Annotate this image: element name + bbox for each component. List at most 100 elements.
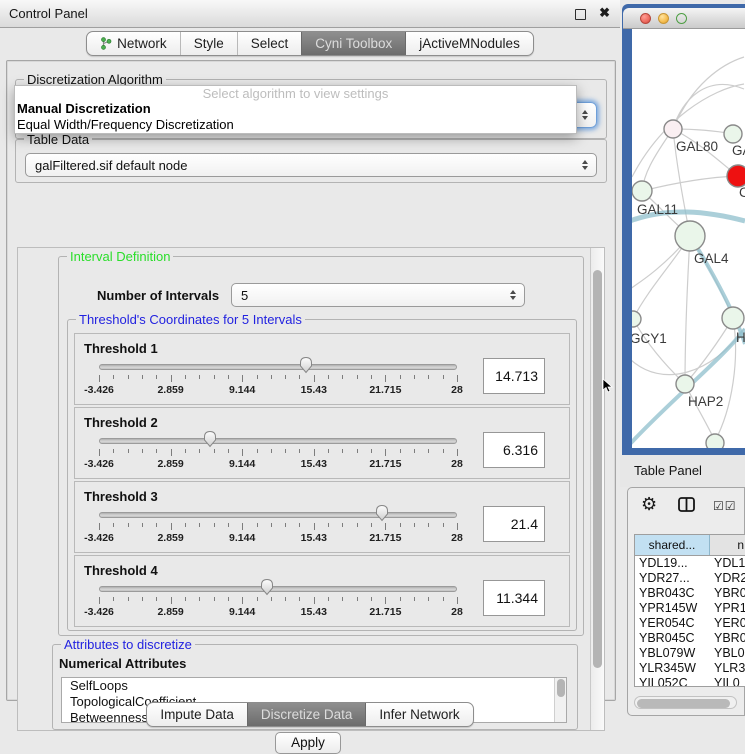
tab-cyni-toolbox[interactable]: Cyni Toolbox (301, 32, 405, 55)
tab-impute-data[interactable]: Impute Data (147, 703, 247, 726)
table-cell[interactable]: YER054C (635, 616, 710, 631)
slider-tick (328, 597, 329, 601)
slider-tick (214, 449, 215, 453)
network-node[interactable] (727, 165, 745, 187)
tab-select[interactable]: Select (237, 32, 302, 55)
table-row[interactable]: YPR145WYPR1 (635, 601, 745, 616)
column-header-shared-name[interactable]: shared... (635, 535, 710, 555)
slider-tick (342, 523, 343, 527)
table-row[interactable]: YIL052CYIL0 (635, 676, 745, 687)
table-cell[interactable]: YLR3 (710, 661, 745, 676)
tab-jactivemnodules[interactable]: jActiveMNodules (405, 32, 533, 55)
threshold-2-slider-thumb[interactable] (202, 430, 218, 448)
threshold-3-slider-track[interactable] (99, 512, 457, 518)
list-item[interactable]: SelfLoops (62, 678, 566, 694)
popup-item-equal-width-frequency[interactable]: Equal Width/Frequency Discretization (15, 117, 576, 133)
tab-infer-network[interactable]: Infer Network (365, 703, 472, 726)
network-canvas[interactable]: GAL80GACGAL11GAL4GCY1HHAP2 (632, 29, 745, 448)
tab-style[interactable]: Style (180, 32, 237, 55)
combo-arrows-icon (582, 110, 588, 120)
table-cell[interactable]: YIL0 (710, 676, 745, 687)
table-row[interactable]: YBL079WYBL0 (635, 646, 745, 661)
table-cell[interactable]: YBR0 (710, 586, 745, 601)
network-node[interactable] (632, 181, 652, 201)
minimize-traffic-light[interactable] (658, 13, 669, 24)
network-node[interactable] (724, 125, 742, 143)
table-row[interactable]: YLR345WYLR3 (635, 661, 745, 676)
slider-tick (357, 523, 358, 527)
slider-tick (400, 375, 401, 379)
table-cell[interactable]: YPR145W (635, 601, 710, 616)
apply-button[interactable]: Apply (275, 732, 341, 754)
network-node-label: GAL80 (676, 139, 718, 154)
threshold-4-slider-thumb[interactable] (259, 578, 275, 596)
network-node[interactable] (706, 434, 724, 448)
network-node[interactable] (722, 307, 744, 329)
tab-network[interactable]: Network (87, 32, 180, 55)
tab-discretize-data[interactable]: Discretize Data (247, 703, 366, 726)
table-cell[interactable]: YER0 (710, 616, 745, 631)
close-traffic-light[interactable] (640, 13, 651, 24)
column-header-name[interactable]: n (710, 535, 745, 555)
threshold-3-slider-thumb[interactable] (374, 504, 390, 522)
table-cell[interactable]: YIL052C (635, 676, 710, 687)
slider-tick (128, 523, 129, 527)
network-node[interactable] (676, 375, 694, 393)
number-of-intervals-combobox[interactable]: 5 (231, 283, 525, 307)
threshold-1-slider-track[interactable] (99, 364, 457, 370)
scrollbar-thumb[interactable] (637, 699, 730, 708)
slider-tick (199, 523, 200, 527)
slider-tick (414, 597, 415, 601)
slider-tick-label: -3.426 (69, 458, 129, 470)
threshold-4-slider-track[interactable] (99, 586, 457, 592)
scrollbar-thumb[interactable] (593, 270, 602, 668)
threshold-3-value-field[interactable]: 21.4 (483, 506, 545, 542)
popup-item-manual-discretization[interactable]: Manual Discretization (15, 101, 576, 117)
slider-tick-label: 28 (427, 532, 487, 544)
slider-tick-label: 2.859 (141, 458, 201, 470)
table-cell[interactable]: YBL0 (710, 646, 745, 661)
close-icon[interactable]: ✖ (599, 5, 610, 21)
settings-vertical-scrollbar[interactable] (590, 248, 604, 730)
slider-tick (242, 449, 243, 456)
table-cell[interactable]: YDL19... (635, 556, 710, 571)
network-node[interactable] (632, 311, 641, 327)
gear-icon[interactable]: ⚙ (641, 495, 657, 513)
table-data-combobox[interactable]: galFiltered.sif default node (25, 153, 597, 177)
table-horizontal-scrollbar[interactable] (634, 696, 737, 709)
threshold-3-label: Threshold 3 (84, 489, 158, 504)
threshold-2-value-field[interactable]: 6.316 (483, 432, 545, 468)
threshold-2-slider-track[interactable] (99, 438, 457, 444)
table-row[interactable]: YDL19...YDL1 (635, 556, 745, 571)
slider-tick (99, 597, 100, 604)
table-cell[interactable]: YDR27... (635, 571, 710, 586)
columns-icon[interactable] (678, 497, 695, 512)
table-cell[interactable]: YBR045C (635, 631, 710, 646)
threshold-1-slider-thumb[interactable] (298, 356, 314, 374)
select-all-checkboxes-icon[interactable]: ☑☑ (713, 499, 737, 513)
table-cell[interactable]: YPR1 (710, 601, 745, 616)
table-row[interactable]: YBR043CYBR0 (635, 586, 745, 601)
table-cell[interactable]: YDL1 (710, 556, 745, 571)
slider-tick-label: 21.715 (355, 606, 415, 618)
table-cell[interactable]: YBL079W (635, 646, 710, 661)
table-cell[interactable]: YBR043C (635, 586, 710, 601)
table-cell[interactable]: YDR2 (710, 571, 745, 586)
table-cell[interactable]: YBR0 (710, 631, 745, 646)
network-node[interactable] (675, 221, 705, 251)
slider-tick (271, 523, 272, 527)
network-node[interactable] (664, 120, 682, 138)
table-row[interactable]: YER054CYER0 (635, 616, 745, 631)
slider-tick (171, 375, 172, 382)
table-row[interactable]: YBR045CYBR0 (635, 631, 745, 646)
table-cell[interactable]: YLR345W (635, 661, 710, 676)
zoom-traffic-light[interactable] (676, 13, 687, 24)
network-node-label: GA (732, 143, 745, 158)
slider-tick (385, 597, 386, 604)
threshold-1-value-field[interactable]: 14.713 (483, 358, 545, 394)
float-window-icon[interactable] (575, 9, 586, 20)
table-row[interactable]: YDR27...YDR2 (635, 571, 745, 586)
slider-tick (185, 375, 186, 379)
slider-tick (257, 523, 258, 527)
threshold-4-value-field[interactable]: 11.344 (483, 580, 545, 616)
